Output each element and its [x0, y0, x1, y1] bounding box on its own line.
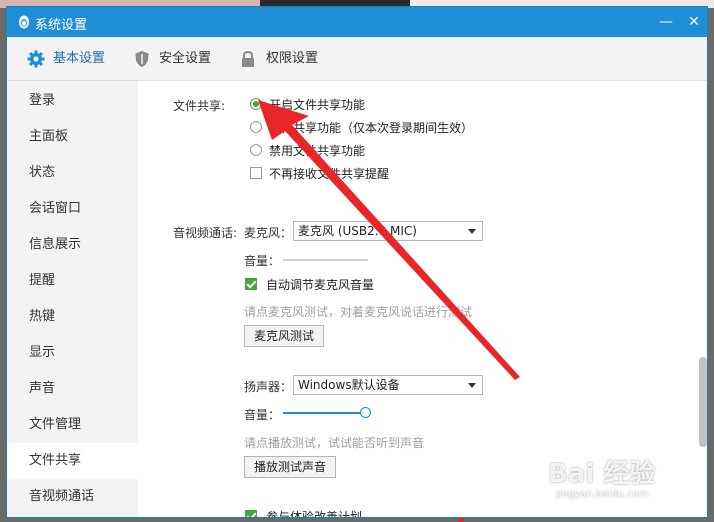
tab-security-settings[interactable]: 安全设置: [134, 37, 224, 81]
speaker-volume-slider-thumb[interactable]: [360, 407, 371, 418]
mic-test-button[interactable]: 麦克风测试: [244, 325, 325, 347]
chevron-down-icon: [468, 383, 476, 388]
tab-label: 安全设置: [159, 51, 212, 66]
sidebar-item-status[interactable]: 状态: [7, 155, 138, 191]
sidebar-item-sound[interactable]: 声音: [7, 371, 138, 407]
checkbox-experience-program[interactable]: [245, 510, 257, 517]
radio-session-file-share-label: 文件共享功能（仅本次登录期间生效）: [269, 121, 474, 135]
sidebar-item-file-sharing[interactable]: 文件共享: [7, 443, 138, 479]
speaker-device-select[interactable]: Windows默认设备: [293, 375, 483, 395]
window-title: 系统设置: [35, 18, 88, 33]
mic-device-value: 麦克风 (USB2.0 MIC): [298, 224, 417, 238]
tab-label: 权限设置: [266, 51, 319, 66]
sidebar-item-av-call[interactable]: 音视频通话: [7, 479, 138, 515]
sidebar-item-hotkeys[interactable]: 热键: [7, 299, 138, 335]
minimize-button[interactable]: —: [654, 11, 678, 33]
mic-volume-slider[interactable]: [283, 259, 368, 261]
settings-window: 系统设置 — ✕ 基本设置 安全设置 权限设置 登录 主面板 状态 会话窗口 信…: [6, 6, 708, 518]
sidebar-item-chat-window[interactable]: 会话窗口: [7, 191, 138, 227]
speaker-label: 扬声器：: [244, 380, 293, 394]
file-share-section-label: 文件共享:: [173, 99, 226, 113]
content-scrollbar-thumb[interactable]: [699, 357, 707, 447]
speaker-volume-label: 音量：: [244, 408, 281, 422]
title-bar: 系统设置 — ✕: [7, 7, 707, 37]
baidu-watermark: Bai 经验: [548, 459, 656, 489]
mic-volume-label: 音量：: [244, 254, 281, 268]
sidebar-item-login[interactable]: 登录: [7, 83, 138, 119]
speaker-volume-fill: [283, 412, 365, 414]
tab-label: 基本设置: [53, 51, 106, 66]
mic-device-select[interactable]: 麦克风 (USB2.0 MIC): [293, 221, 483, 241]
checkbox-no-share-prompt[interactable]: [250, 167, 262, 179]
av-call-section-label: 音视频通话:: [173, 226, 238, 240]
checkbox-auto-adjust-mic[interactable]: [245, 278, 257, 290]
radio-disable-file-share[interactable]: [250, 144, 262, 156]
radio-session-file-share[interactable]: [250, 121, 262, 133]
tab-bar: 基本设置 安全设置 权限设置: [7, 37, 707, 81]
chevron-down-icon: [468, 229, 476, 234]
sidebar: 登录 主面板 状态 会话窗口 信息展示 提醒 热键 显示 声音 文件管理 文件共…: [7, 81, 138, 517]
baidu-watermark-url: jingyan.baidu.com: [556, 489, 649, 500]
close-button[interactable]: ✕: [682, 11, 706, 33]
checkbox-no-share-prompt-label: 不再接收文件共享提醒: [269, 167, 390, 181]
sidebar-item-info-display[interactable]: 信息展示: [7, 227, 138, 263]
mic-label: 麦克风：: [244, 226, 293, 240]
speaker-device-value: Windows默认设备: [298, 378, 400, 392]
checkbox-auto-adjust-mic-label: 自动调节麦克风音量: [266, 278, 375, 292]
speaker-test-hint: 请点播放测试，试试能否听到声音: [244, 436, 425, 450]
shield-icon: [135, 51, 149, 67]
sidebar-item-display[interactable]: 显示: [7, 335, 138, 371]
radio-enable-file-share[interactable]: [250, 98, 262, 110]
gear-icon: [27, 50, 45, 68]
tab-permission-settings[interactable]: 权限设置: [240, 37, 330, 81]
radio-enable-file-share-label: 开启文件共享功能: [269, 98, 366, 112]
mic-test-hint: 请点麦克风测试，对着麦克风说话进行测试: [244, 305, 473, 319]
lock-icon: [242, 50, 254, 67]
radio-disable-file-share-label: 禁用文件共享功能: [269, 144, 366, 158]
red-mark: [458, 518, 464, 522]
sidebar-item-file-management[interactable]: 文件管理: [7, 407, 138, 443]
tab-basic-settings[interactable]: 基本设置: [27, 37, 117, 81]
sidebar-item-main-panel[interactable]: 主面板: [7, 119, 138, 155]
checkbox-experience-program-label: 参与体验改善计划: [266, 510, 363, 518]
speaker-test-button[interactable]: 播放测试声音: [244, 456, 337, 478]
sidebar-item-reminder[interactable]: 提醒: [7, 263, 138, 299]
penguin-logo-icon: [19, 15, 29, 29]
